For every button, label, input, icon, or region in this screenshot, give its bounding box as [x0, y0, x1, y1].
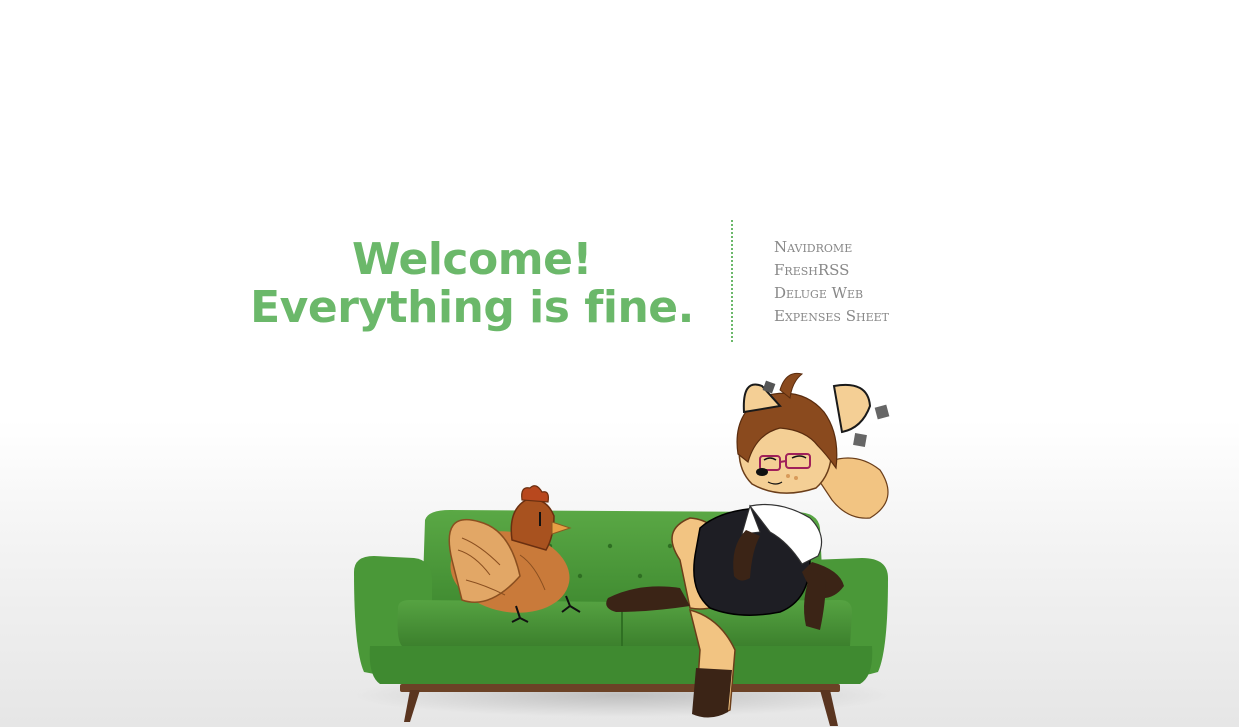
link-deluge-web[interactable]: Deluge Web: [774, 282, 889, 305]
welcome-line-1: Welcome!: [352, 234, 592, 285]
service-links: Navidrome FreshRSS Deluge Web Expenses S…: [774, 236, 889, 328]
sofa-illustration: [340, 350, 920, 727]
dotted-divider: [731, 220, 733, 342]
link-freshrss[interactable]: FreshRSS: [774, 259, 889, 282]
welcome-heading: Welcome! Everything is fine.: [240, 236, 704, 332]
link-expenses-sheet[interactable]: Expenses Sheet: [774, 305, 889, 328]
link-navidrome[interactable]: Navidrome: [774, 236, 889, 259]
welcome-line-2: Everything is fine.: [250, 282, 694, 333]
